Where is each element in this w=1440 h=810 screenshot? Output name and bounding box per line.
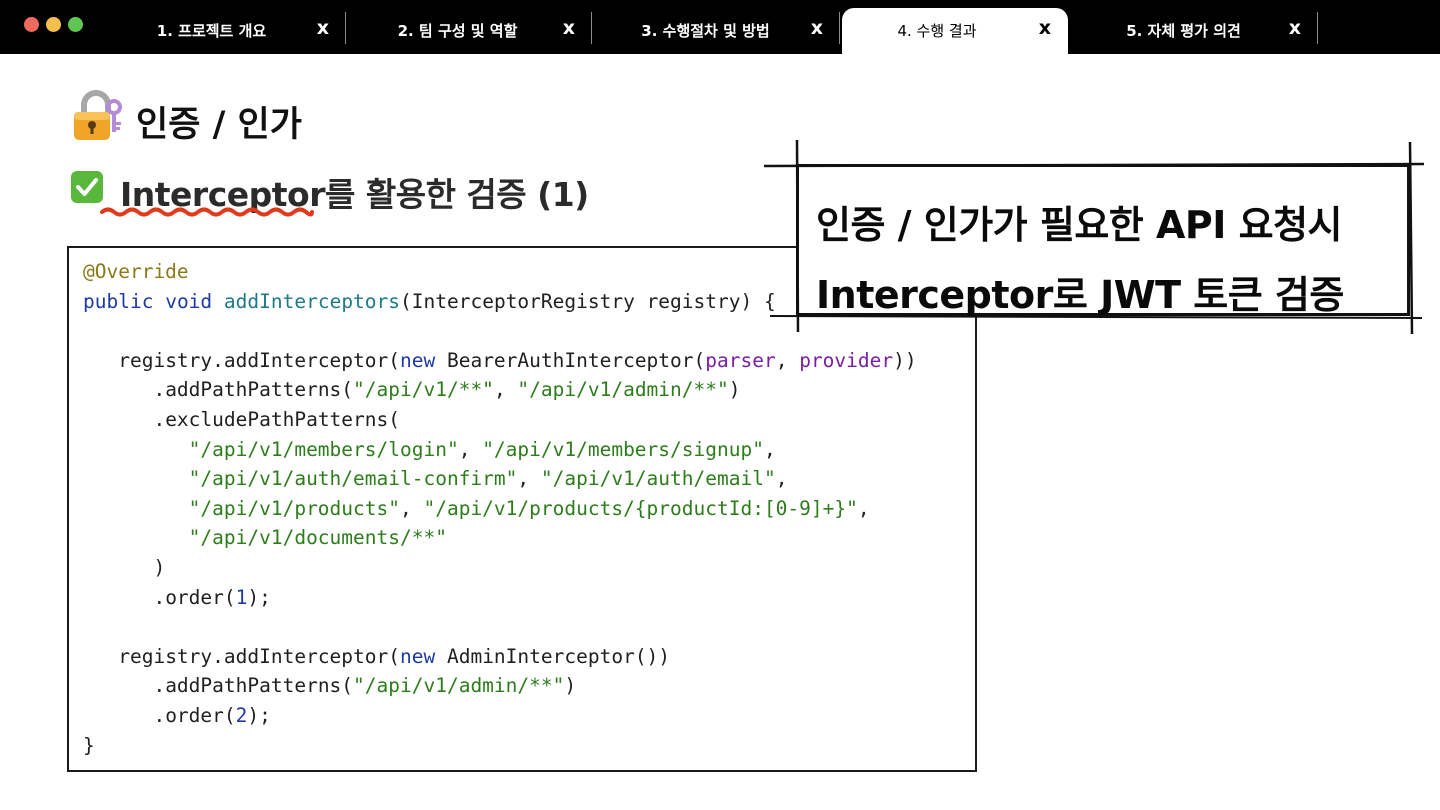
code-string: "/api/v1/admin/**" [517, 378, 729, 402]
callout-note: 인증 / 인가가 필요한 API 요청시 Interceptor로 JWT 토큰… [764, 140, 1424, 334]
code-string: "/api/v1/members/login" [188, 437, 459, 461]
code-string: "/api/v1/members/signup" [482, 437, 764, 461]
tab-label: 4. 수행 결과 [897, 22, 977, 40]
code-string: "/api/v1/auth/email" [540, 467, 776, 491]
tab-bar: 1. 프로젝트 개요 x 2. 팀 구성 및 역할 x 3. 수행절차 및 방법… [0, 0, 1440, 54]
code-line: registry.addInterceptor(new AdminInterce… [83, 642, 917, 672]
code-string: "/api/v1/admin/**" [353, 674, 565, 698]
code-text-part: AdminInterceptor()) [435, 644, 671, 668]
code-line: .addPathPatterns("/api/v1/**", "/api/v1/… [83, 375, 917, 405]
tab-label: 5. 자체 평가 의견 [1126, 22, 1241, 40]
code-string: "/api/v1/**" [353, 378, 494, 402]
code-annotation: @Override [83, 260, 189, 283]
code-text-part: .addPathPatterns( [153, 674, 354, 698]
tab-label: 2. 팀 구성 및 역할 [397, 22, 518, 40]
code-text-part: BearerAuthInterceptor( [435, 348, 706, 372]
tab-divider [1317, 12, 1318, 44]
code-text-part: .addPathPatterns( [153, 378, 354, 402]
code-string: "/api/v1/auth/email-confirm" [188, 467, 518, 491]
code-keyword: void [165, 289, 213, 313]
lock-with-key-icon [74, 90, 122, 140]
code-text-part: .order( [153, 703, 236, 727]
code-text-part: .order( [153, 585, 236, 609]
tab-self-evaluation[interactable]: 5. 자체 평가 의견 x [1072, 8, 1318, 54]
code-method-name: addInterceptors [223, 289, 401, 313]
tab-results[interactable]: 4. 수행 결과 x [842, 8, 1068, 54]
code-param: parser [705, 348, 776, 372]
code-text-part: , [400, 496, 424, 520]
code-line: "/api/v1/products", "/api/v1/products/{p… [83, 494, 917, 524]
code-text-part: )) [893, 348, 917, 372]
code-line: "/api/v1/auth/email-confirm", "/api/v1/a… [83, 464, 917, 494]
minimize-window-button[interactable] [46, 17, 61, 32]
code-line: .addPathPatterns("/api/v1/admin/**") [83, 671, 917, 701]
code-text-part: registry.addInterceptor( [118, 644, 400, 668]
code-line: .order(1); [83, 583, 917, 613]
code-text-part: registry.addInterceptor( [118, 348, 400, 372]
code-keyword: new [400, 644, 436, 668]
tab-close-icon[interactable]: x [563, 17, 575, 39]
callout-line-2: Interceptor로 JWT 토큰 검증 [816, 273, 1344, 317]
code-text-part: , [775, 467, 788, 491]
tab-project-overview[interactable]: 1. 프로젝트 개요 x [100, 8, 346, 54]
code-param: provider [799, 348, 894, 372]
tab-close-icon[interactable]: x [317, 17, 329, 39]
code-text-part: } [83, 733, 95, 757]
tab-label: 3. 수행절차 및 방법 [641, 22, 770, 40]
code-text-part: , [517, 467, 541, 491]
code-text-part: ) [153, 555, 166, 579]
close-window-button[interactable] [24, 17, 39, 32]
code-keyword: public [83, 289, 154, 313]
checkmark-box-icon [71, 171, 103, 203]
tab-procedure-method[interactable]: 3. 수행절차 및 방법 x [594, 8, 840, 54]
code-line: "/api/v1/documents/**" [83, 523, 917, 553]
code-text-part: ) [564, 674, 577, 698]
code-string: "/api/v1/products" [188, 496, 400, 520]
tab-close-icon[interactable]: x [1289, 17, 1301, 39]
code-line: .excludePathPatterns( [83, 405, 917, 435]
code-line: } [83, 731, 917, 761]
code-line: ) [83, 553, 917, 583]
code-text-part: , [763, 437, 776, 461]
code-number: 1 [235, 585, 248, 609]
tab-close-icon[interactable]: x [1039, 17, 1051, 39]
code-string: "/api/v1/products/{productId:[0-9]+}" [423, 496, 858, 520]
tab-team-roles[interactable]: 2. 팀 구성 및 역할 x [346, 8, 592, 54]
code-line: .order(2); [83, 701, 917, 731]
code-text-part: (InterceptorRegistry registry) { [400, 289, 776, 313]
code-text-part: ); [247, 703, 271, 727]
maximize-window-button[interactable] [68, 17, 83, 32]
code-line: "/api/v1/members/login", "/api/v1/member… [83, 435, 917, 465]
code-text-part: ) [728, 378, 741, 402]
tab-divider [591, 12, 592, 44]
tab-label: 1. 프로젝트 개요 [156, 22, 267, 40]
page-title: 인증 / 인가 [136, 105, 302, 145]
subtitle-rest: 를 활용한 검증 (1) [325, 175, 589, 214]
tab-divider [839, 12, 840, 44]
code-text-part: , [857, 496, 870, 520]
code-line: registry.addInterceptor(new BearerAuthIn… [83, 346, 917, 376]
callout-line-1: 인증 / 인가가 필요한 API 요청시 [816, 203, 1343, 247]
code-text-part: ); [247, 585, 271, 609]
code-text-part: , [493, 378, 518, 402]
code-number: 2 [235, 703, 248, 727]
tab-close-icon[interactable]: x [811, 17, 823, 39]
spellcheck-underline [100, 207, 314, 217]
code-text-part: .excludePathPatterns( [153, 407, 400, 431]
code-string: "/api/v1/documents/**" [188, 526, 447, 550]
code-text-part: , [458, 437, 483, 461]
code-text-part: , [775, 348, 800, 372]
code-keyword: new [400, 348, 436, 372]
